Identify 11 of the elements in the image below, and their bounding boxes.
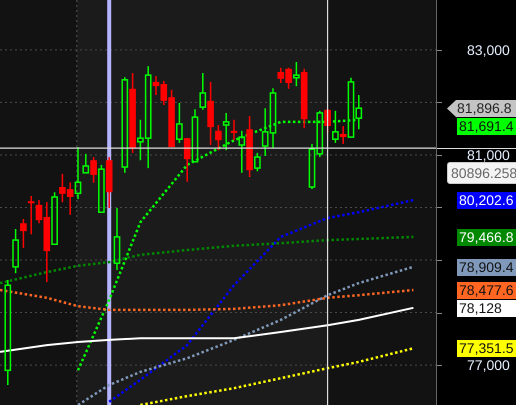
value-tag: 78,909.4 bbox=[457, 259, 516, 276]
last-price-tag: 81,896.8 bbox=[447, 100, 516, 117]
value-tag: 79,466.8 bbox=[457, 229, 516, 246]
value-tag: 81,691.4 bbox=[457, 118, 516, 135]
axis-label: 83,000 bbox=[467, 42, 510, 59]
axis-label: 77,000 bbox=[467, 357, 510, 374]
value-tag: 78,477.6 bbox=[457, 282, 516, 299]
value-tag: 80,202.6 bbox=[457, 192, 516, 209]
value-tag: 77,351.5 bbox=[457, 340, 516, 357]
value-tag: 78,128 bbox=[457, 300, 516, 317]
axis-label: 81,000 bbox=[467, 146, 510, 164]
